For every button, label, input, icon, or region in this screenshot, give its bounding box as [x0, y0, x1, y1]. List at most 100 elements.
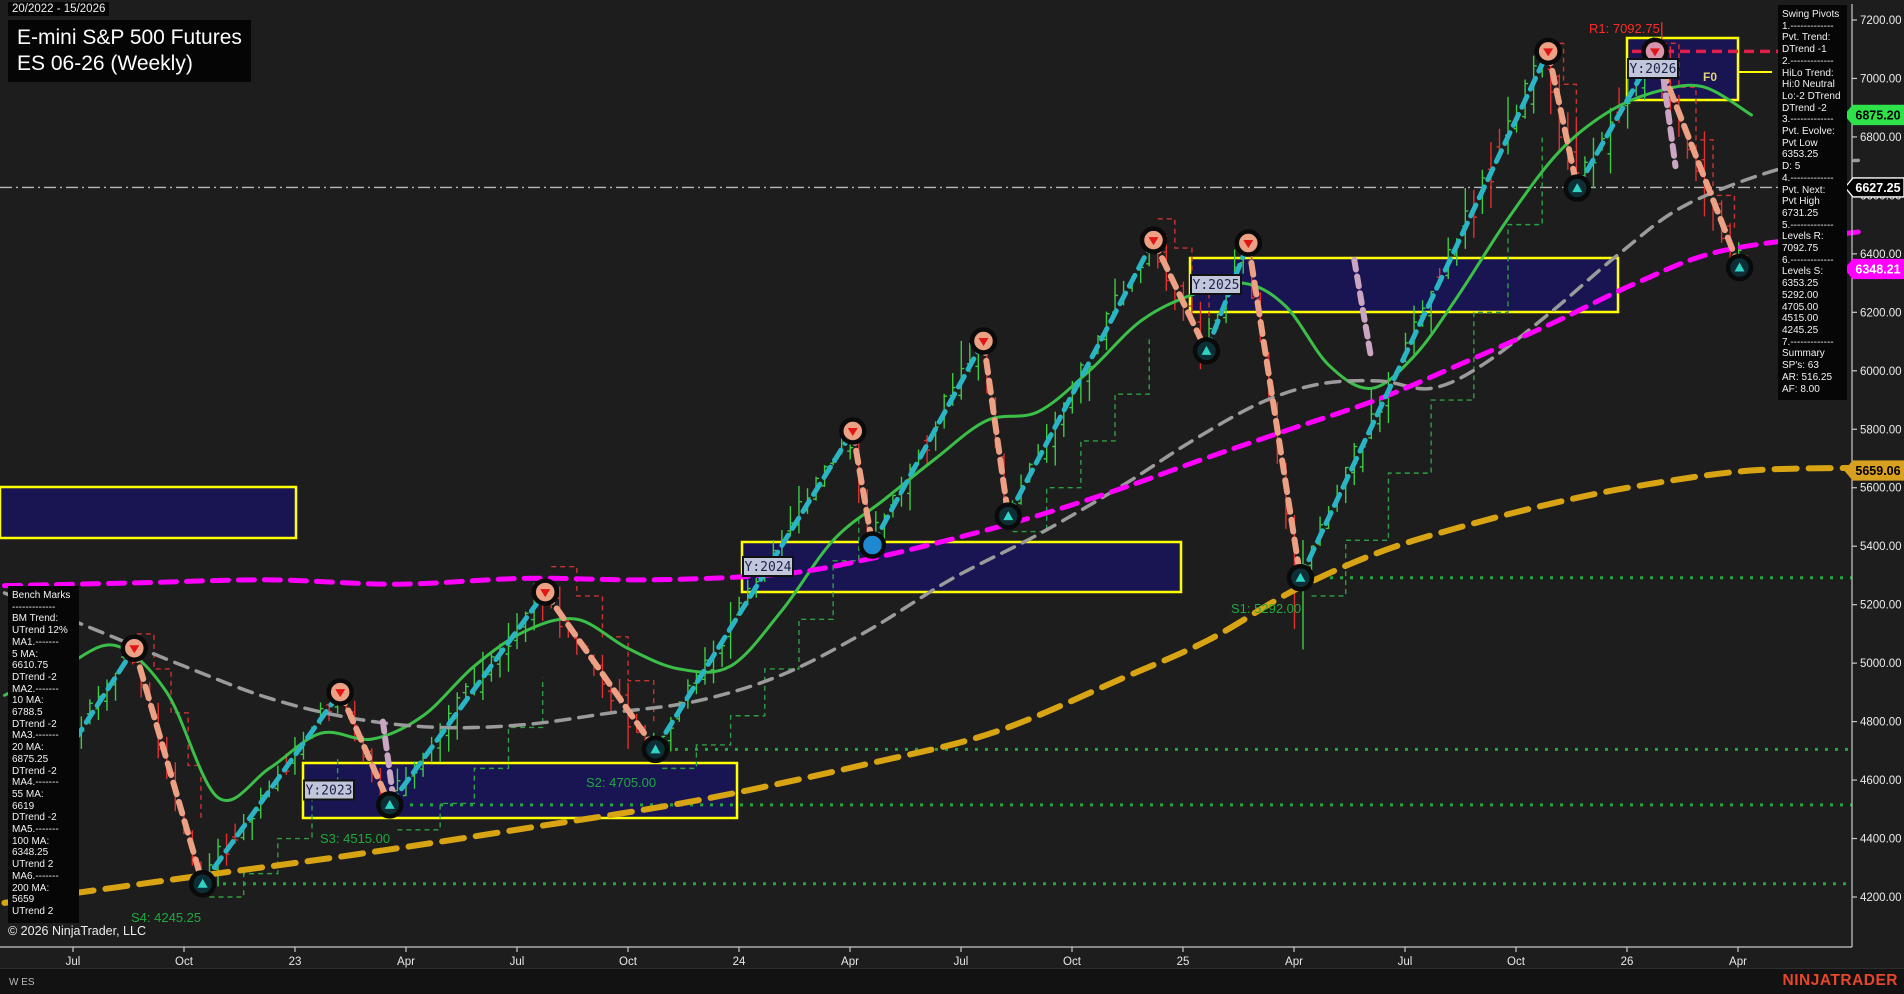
time-axis-label: Jul	[66, 956, 81, 968]
bench-marks-line: DTrend -2	[12, 719, 76, 731]
swing-high-marker	[534, 581, 557, 604]
swing-pivots-line: Levels R:	[1782, 231, 1844, 243]
svg-text:Y:2026: Y:2026	[1630, 62, 1677, 77]
year-range-box	[742, 542, 1181, 592]
time-axis-label: Oct	[1507, 956, 1526, 968]
swing-pivots-line: 2.-------------	[1782, 56, 1844, 68]
bench-marks-line: MA4.-------	[12, 777, 76, 789]
time-axis-label: 25	[1177, 956, 1190, 968]
swing-low-marker	[191, 872, 214, 895]
copyright-notice: © 2026 NinjaTrader, LLC	[8, 924, 146, 938]
price-tag: 6875.20	[1845, 105, 1904, 124]
bench-marks-line: 55 MA:	[12, 789, 76, 801]
swing-low-marker	[1195, 339, 1218, 362]
swing-high-marker	[329, 681, 352, 704]
year-box-label: Y:2023	[304, 781, 354, 800]
svg-text:Y:2023: Y:2023	[306, 784, 353, 799]
bench-marks-line: -------------	[12, 602, 76, 614]
price-axis-label: 5000.00	[1860, 658, 1902, 670]
bench-marks-line: UTrend 2	[12, 859, 76, 871]
bench-marks-line: 6875.25	[12, 754, 76, 766]
bench-marks-line: UTrend 12%	[12, 625, 76, 637]
price-axis-label: 6800.00	[1860, 132, 1902, 144]
time-axis-label: Jul	[954, 956, 969, 968]
tab-w-es[interactable]: W ES	[9, 977, 35, 988]
time-axis-label: Oct	[619, 956, 638, 968]
swing-high-marker	[123, 637, 146, 660]
price-axis-label: 5600.00	[1860, 483, 1902, 495]
swing-pivots-line: 6353.25	[1782, 278, 1844, 290]
svg-text:6627.25: 6627.25	[1855, 181, 1900, 195]
year-box-label: Y:2024	[743, 557, 793, 576]
price-axis-label: 6000.00	[1860, 366, 1902, 378]
bench-marks-line: MA5.-------	[12, 824, 76, 836]
price-chart-canvas[interactable]: R1: 7092.75F0S1: 5292.00S2: 4705.00S3: 4…	[0, 0, 1904, 994]
swing-low-marker	[861, 534, 884, 557]
swing-high-marker	[841, 420, 864, 443]
swing-low-marker	[1289, 566, 1312, 589]
chart-title-line2: ES 06-26 (Weekly)	[17, 51, 242, 77]
svg-text:6348.21: 6348.21	[1855, 263, 1900, 277]
time-axis-label: Jul	[1398, 956, 1413, 968]
swing-low-marker	[1728, 256, 1751, 279]
workspace-tab-bar: W ES NINJATRADER	[0, 968, 1904, 994]
bench-marks-line: 100 MA:	[12, 836, 76, 848]
price-axis-label: 6200.00	[1860, 307, 1902, 319]
swing-pivots-line: DTrend -2	[1782, 103, 1844, 115]
swing-pivots-line: Hi:0 Neutral	[1782, 79, 1844, 91]
time-axis-label: Apr	[841, 956, 859, 968]
swing-pivots-line: 4.-------------	[1782, 173, 1844, 185]
swing-pivots-line: 7.-------------	[1782, 337, 1844, 349]
bench-marks-line: 6610.75	[12, 660, 76, 672]
swing-pivots-line: HiLo Trend:	[1782, 68, 1844, 80]
swing-low-marker	[378, 793, 401, 816]
bench-marks-line: 10 MA:	[12, 695, 76, 707]
bench-marks-line: DTrend -2	[12, 672, 76, 684]
support-label: S4: 4245.25	[131, 910, 201, 925]
swing-pivots-line: AF: 8.00	[1782, 384, 1844, 396]
swing-pivots-line: Levels S:	[1782, 266, 1844, 278]
chart-title: E-mini S&P 500 Futures ES 06-26 (Weekly)	[8, 20, 251, 82]
swing-pivots-line: DTrend -1	[1782, 44, 1844, 56]
svg-text:5659.06: 5659.06	[1855, 464, 1900, 478]
resistance-label: R1: 7092.75	[1589, 21, 1660, 36]
swing-pivots-line: Lo:-2 DTrend	[1782, 91, 1844, 103]
time-axis-label: Oct	[175, 956, 194, 968]
swing-pivots-line: 5292.00	[1782, 290, 1844, 302]
swing-low-marker	[997, 505, 1020, 528]
price-axis-label: 5800.00	[1860, 424, 1902, 436]
time-axis-label: Jul	[510, 956, 525, 968]
svg-text:6875.20: 6875.20	[1855, 108, 1900, 122]
swing-pivots-line: 4705.00	[1782, 302, 1844, 314]
swing-pivots-line: SP's: 63	[1782, 360, 1844, 372]
bench-marks-line: UTrend 2	[12, 906, 76, 918]
ninjatrader-logo: NINJATRADER	[1783, 972, 1898, 990]
swing-high-marker	[972, 329, 995, 352]
swing-high-marker	[1142, 229, 1165, 252]
bench-marks-line: 20 MA:	[12, 742, 76, 754]
swing-pivots-line: AR: 516.25	[1782, 372, 1844, 384]
bench-marks-title: Bench Marks	[12, 590, 76, 602]
bench-marks-panel: Bench Marks -------------BM Trend:UTrend…	[8, 586, 79, 923]
price-tag: 6627.25	[1845, 178, 1904, 197]
swing-pivots-panel: Swing Pivots 1.-------------Pvt. Trend:D…	[1778, 5, 1847, 400]
price-axis-label: 4400.00	[1860, 834, 1902, 846]
price-tag: 5659.06	[1845, 461, 1904, 480]
support-label: S2: 4705.00	[586, 775, 656, 790]
svg-text:Y:2024: Y:2024	[745, 560, 792, 575]
year-range-box	[0, 487, 296, 538]
price-axis-label: 5400.00	[1860, 541, 1902, 553]
chart-window: R1: 7092.75F0S1: 5292.00S2: 4705.00S3: 4…	[0, 0, 1904, 994]
price-axis-label: 4200.00	[1860, 892, 1902, 904]
price-axis-label: 4600.00	[1860, 775, 1902, 787]
swing-pivots-line: Pvt High	[1782, 196, 1844, 208]
bench-marks-line: BM Trend:	[12, 613, 76, 625]
swing-high-marker	[1537, 40, 1560, 63]
price-axis-label: 7000.00	[1860, 73, 1902, 85]
swing-pivots-line: 5.-------------	[1782, 220, 1844, 232]
swing-pivots-line: 4515.00	[1782, 313, 1844, 325]
year-box-label: Y:2025	[1191, 275, 1241, 294]
time-axis-label: Apr	[397, 956, 415, 968]
year-box-label: Y:2026	[1628, 59, 1678, 78]
visible-date-range: 20/2022 - 15/2026	[8, 2, 109, 16]
